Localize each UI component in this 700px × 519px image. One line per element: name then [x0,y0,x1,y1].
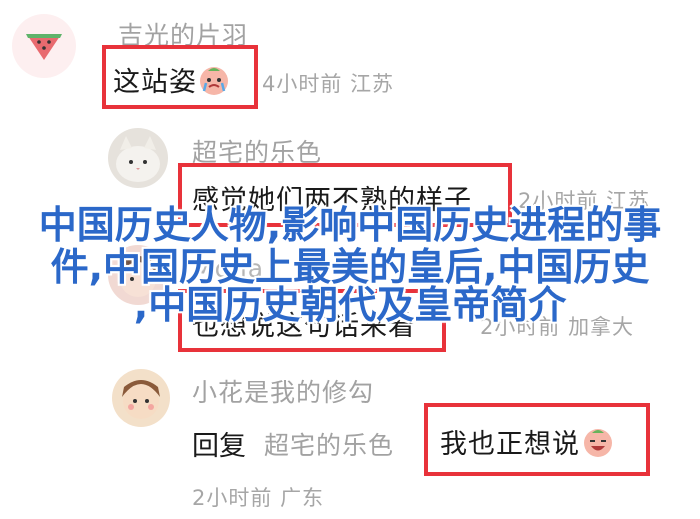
overlay-title-line-2: 件,中国历史上最美的皇后,中国历史 [50,245,650,289]
overlay-title-line-3: ,中国历史朝代及皇帝简介 [133,283,567,327]
watermelon-icon [26,34,62,60]
comment-1-location: 江苏 [350,72,395,96]
crying-face-emoji-icon [197,63,231,104]
comment-4-location: 广东 [280,486,325,510]
avatar-cat[interactable] [108,128,168,188]
comment-1-time: 4小时前 [262,72,343,96]
overlay-title-line-1: 中国历史人物,影响中国历史进程的事 [38,203,662,247]
avatar-watermelon[interactable] [12,14,76,78]
laughing-face-emoji-icon [580,425,616,466]
comment-1-meta: 4小时前 江苏 [262,68,394,98]
comment-4-text: 我也正想说 [440,422,616,466]
cartoon-girl-avatar-icon [122,380,160,419]
comment-1-text: 这站姿 [113,60,231,104]
comment-4-reply-target[interactable]: 超宅的乐色 [264,426,394,462]
comment-4-time: 2小时前 [192,486,273,510]
comment-4-reply-label: 回复 [192,431,246,462]
cat-avatar-icon [116,136,160,182]
comment-4-username[interactable]: 小花是我的修勾 [192,373,374,409]
comment-4-meta: 2小时前 广东 [192,482,324,512]
avatar-xiaohua[interactable] [112,369,170,427]
